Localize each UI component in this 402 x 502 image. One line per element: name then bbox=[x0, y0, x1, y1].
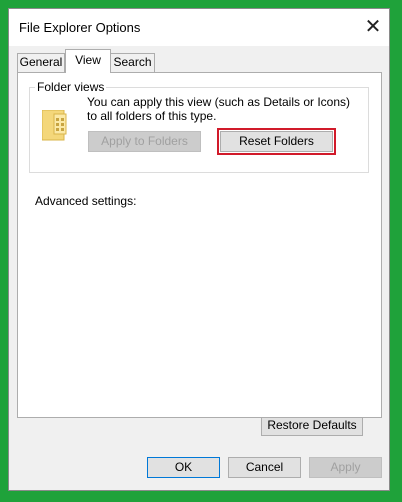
view-tab-panel: Folder views You can apply this view (su… bbox=[17, 72, 382, 418]
apply-button[interactable]: Apply bbox=[309, 457, 382, 478]
title-bar: File Explorer Options ✕ bbox=[9, 9, 389, 46]
apply-to-folders-button[interactable]: Apply to Folders bbox=[88, 131, 201, 152]
tab-general[interactable]: General bbox=[17, 53, 65, 72]
tab-view[interactable]: View bbox=[65, 49, 111, 73]
reset-folders-highlight bbox=[217, 128, 336, 155]
folder-views-group: Folder views You can apply this view (su… bbox=[29, 80, 369, 173]
ok-button[interactable]: OK bbox=[147, 457, 220, 478]
close-icon[interactable]: ✕ bbox=[361, 16, 385, 38]
folder-views-description: You can apply this view (such as Details… bbox=[87, 95, 351, 123]
folder-views-icon bbox=[41, 109, 68, 142]
window-title: File Explorer Options bbox=[19, 20, 141, 35]
file-explorer-options-dialog: File Explorer Options ✕ General View Sea… bbox=[8, 8, 390, 491]
cancel-button[interactable]: Cancel bbox=[228, 457, 301, 478]
folder-views-label: Folder views bbox=[35, 80, 107, 94]
tab-search[interactable]: Search bbox=[110, 53, 155, 72]
advanced-settings-label: Advanced settings: bbox=[35, 194, 137, 208]
